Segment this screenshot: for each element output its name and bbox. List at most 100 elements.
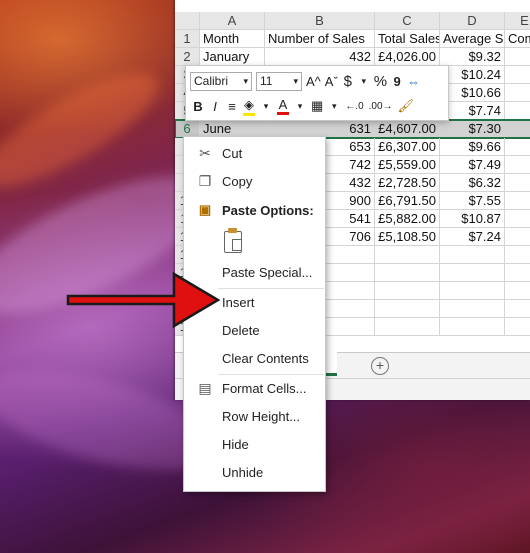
table-cell[interactable]: $10.87 xyxy=(440,210,505,228)
menu-item-label: Row Height... xyxy=(222,409,301,424)
table-cell[interactable]: £4,607.00 xyxy=(375,120,440,138)
table-cell[interactable] xyxy=(375,282,440,300)
table-cell[interactable]: $7.49 xyxy=(440,156,505,174)
table-cell[interactable] xyxy=(375,300,440,318)
chevron-down-icon[interactable]: ▾ xyxy=(328,101,340,112)
table-cell[interactable] xyxy=(505,264,530,282)
table-cell[interactable]: £4,026.00 xyxy=(375,48,440,66)
table-cell[interactable]: £2,728.50 xyxy=(375,174,440,192)
table-cell[interactable] xyxy=(505,318,530,336)
menu-item-label: Unhide xyxy=(222,465,264,480)
align-center-icon[interactable]: ≡ xyxy=(226,99,238,114)
font-size-value: 11 xyxy=(260,74,273,88)
column-header-a[interactable]: A xyxy=(200,12,265,30)
table-cell[interactable]: $10.24 xyxy=(440,66,505,84)
table-cell[interactable]: $10.66 xyxy=(440,84,505,102)
table-cell[interactable]: $7.74 xyxy=(440,102,505,120)
menu-item-label: Copy xyxy=(222,174,253,189)
menu-item-format-cells[interactable]: ▤ Format Cells... xyxy=(184,375,325,402)
row-header[interactable]: 1 xyxy=(175,30,200,48)
increase-decimal-button[interactable]: ←.0 xyxy=(345,101,363,112)
table-cell[interactable]: Month xyxy=(200,30,265,48)
table-cell[interactable] xyxy=(505,246,530,264)
table-cell[interactable]: £6,307.00 xyxy=(375,138,440,156)
table-cell[interactable] xyxy=(505,156,530,174)
table-cell[interactable] xyxy=(505,138,530,156)
bold-button[interactable]: B xyxy=(192,99,204,114)
shrink-font-button[interactable]: Aˇ xyxy=(325,74,338,89)
menu-item-clear-contents[interactable]: Clear Contents xyxy=(184,345,325,372)
table-cell[interactable] xyxy=(505,66,530,84)
table-cell[interactable]: $6.32 xyxy=(440,174,505,192)
column-header-c[interactable]: C xyxy=(375,12,440,30)
chevron-down-icon[interactable]: ▾ xyxy=(260,101,272,112)
column-header-b[interactable]: B xyxy=(265,12,375,30)
table-cell[interactable]: Average S xyxy=(440,30,505,48)
table-cell[interactable]: $9.66 xyxy=(440,138,505,156)
menu-item-unhide[interactable]: Unhide xyxy=(184,459,325,486)
table-cell[interactable] xyxy=(505,84,530,102)
table-cell[interactable] xyxy=(505,174,530,192)
table-cell[interactable]: $7.30 xyxy=(440,120,505,138)
table-cell[interactable] xyxy=(440,264,505,282)
table-cell[interactable] xyxy=(505,282,530,300)
add-sheet-button[interactable]: + xyxy=(371,357,389,375)
percent-style-button[interactable]: % xyxy=(374,73,387,90)
format-painter-icon[interactable]: 🖌 xyxy=(398,98,415,114)
table-cell[interactable]: $9.32 xyxy=(440,48,505,66)
font-color-icon[interactable]: A xyxy=(277,97,289,115)
currency-format-button[interactable]: $ xyxy=(342,73,354,90)
table-cell[interactable] xyxy=(375,264,440,282)
table-cell[interactable] xyxy=(440,246,505,264)
chevron-down-icon[interactable]: ▾ xyxy=(358,76,370,87)
table-cell[interactable]: £6,791.50 xyxy=(375,192,440,210)
paste-option-button[interactable] xyxy=(184,227,325,259)
menu-item-label: Paste Special... xyxy=(222,265,313,280)
grow-font-button[interactable]: A^ xyxy=(306,74,321,89)
table-cell[interactable] xyxy=(505,102,530,120)
table-cell[interactable] xyxy=(440,282,505,300)
font-name-dropdown[interactable]: Calibri ▾ xyxy=(190,71,252,91)
table-cell[interactable] xyxy=(505,192,530,210)
table-cell[interactable] xyxy=(505,120,530,138)
chevron-down-icon[interactable]: ▾ xyxy=(294,101,306,112)
table-cell[interactable]: Com xyxy=(505,30,530,48)
table-cell[interactable]: £5,882.00 xyxy=(375,210,440,228)
table-cell[interactable]: $7.24 xyxy=(440,228,505,246)
fill-color-icon[interactable]: ◈ xyxy=(243,97,255,116)
table-cell[interactable] xyxy=(505,210,530,228)
copy-icon: ❐ xyxy=(198,173,212,189)
select-all-corner[interactable] xyxy=(175,12,200,30)
table-cell[interactable] xyxy=(440,318,505,336)
table-cell[interactable]: January xyxy=(200,48,265,66)
menu-item-copy[interactable]: ❐ Copy xyxy=(184,168,325,195)
decrease-decimal-button[interactable]: .00→ xyxy=(369,101,393,112)
borders-icon[interactable]: ▦ xyxy=(311,98,323,114)
column-header-d[interactable]: D xyxy=(440,12,505,30)
italic-button[interactable]: I xyxy=(209,99,221,114)
paste-icon: ▣ xyxy=(198,202,212,217)
table-cell[interactable]: 432 xyxy=(265,48,375,66)
table-cell[interactable] xyxy=(440,300,505,318)
row-header[interactable]: 2 xyxy=(175,48,200,66)
merge-center-icon[interactable]: ⇔ xyxy=(407,74,420,89)
column-header-e[interactable]: E xyxy=(505,12,530,30)
table-cell[interactable] xyxy=(505,228,530,246)
comma-style-button[interactable]: 9 xyxy=(391,74,403,89)
table-cell[interactable] xyxy=(505,300,530,318)
table-cell[interactable]: Number of Sales xyxy=(265,30,375,48)
table-cell[interactable]: Total Sales xyxy=(375,30,440,48)
menu-item-hide[interactable]: Hide xyxy=(184,431,325,458)
menu-item-label: Delete xyxy=(222,323,260,338)
table-cell[interactable]: $7.55 xyxy=(440,192,505,210)
table-cell[interactable]: £5,108.50 xyxy=(375,228,440,246)
font-size-dropdown[interactable]: 11 ▾ xyxy=(256,71,302,91)
table-cell[interactable] xyxy=(375,246,440,264)
table-cell[interactable] xyxy=(505,48,530,66)
menu-item-row-height[interactable]: Row Height... xyxy=(184,403,325,430)
menu-item-cut[interactable]: ✂ Cut xyxy=(184,140,325,167)
red-arrow-annotation xyxy=(66,271,221,329)
table-cell[interactable]: £5,559.00 xyxy=(375,156,440,174)
table-cell[interactable] xyxy=(375,318,440,336)
menu-item-label: Insert xyxy=(222,295,255,310)
